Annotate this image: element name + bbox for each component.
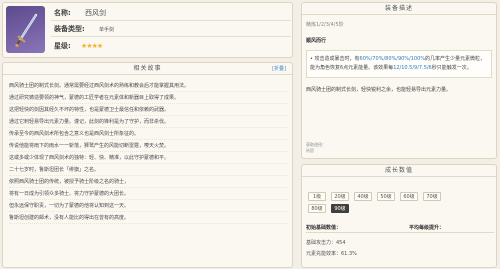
type-value: 单手剑 xyxy=(99,27,115,33)
level-button-1[interactable]: 1级 xyxy=(308,192,326,201)
passive-name: 顺风而行 xyxy=(306,38,327,44)
story-line: 依照西风骑士团的传统，被授予骑士阶级之名的骑士， xyxy=(9,176,287,188)
equipment-description-panel: 装备描述 精炼1/2/3/4/5阶 顺风而行 • 攻击造成暴击时，有60%/70… xyxy=(301,2,497,159)
story-line: 但永远保守职责，一切为了蒙德的他将认知到这一天。 xyxy=(9,200,287,212)
divider xyxy=(51,36,291,37)
story-line: 传说他能将雨下的雨水一一斩落，狮鹫产生的风能切断雷霆，嘹天火焚。 xyxy=(9,140,287,152)
refinement-levels: 精炼1/2/3/4/5阶 xyxy=(306,22,344,28)
stats-title: 成长数值 xyxy=(384,167,413,174)
growth-stats-panel: 成长数值 1级 20级 40级 50级 60级 70级 80级 90级 初始基础… xyxy=(301,164,497,268)
sword-icon xyxy=(15,13,38,48)
type-row: 装备类型: 单手剑 xyxy=(54,24,114,34)
level-button-50[interactable]: 50级 xyxy=(377,192,395,201)
description-body: 精炼1/2/3/4/5阶 顺风而行 • 攻击造成暴击时，有60%/70%/80%… xyxy=(306,19,492,94)
name-row: 名称: 西风剑 xyxy=(54,8,106,18)
story-text: 西风骑士团的制式长剑。通常需要经过西风剑术的熟练和教会后才能掌握其用法。 通过研… xyxy=(9,80,287,224)
level-button-90[interactable]: 90级 xyxy=(331,204,349,213)
weapon-detail-page: 名称: 西风剑 装备类型: 单手剑 星级: ★★★★ 相关故事 [折叠] 西风骑… xyxy=(0,0,500,269)
effect-cooldown: 12/10.5/9/7.5/6 xyxy=(393,65,432,71)
description-header: 装备描述 xyxy=(302,3,496,15)
stats-header: 成长数值 xyxy=(302,165,496,177)
base-values-header: 初始基础数值： xyxy=(306,225,342,231)
story-line: 将有一日成为引领众多骑士、将力守护蒙德的大团长。 xyxy=(9,188,287,200)
level-button-60[interactable]: 60级 xyxy=(400,192,418,201)
level-button-20[interactable]: 20级 xyxy=(331,192,349,201)
weapon-info-panel: 名称: 西风剑 装备类型: 单手剑 星级: ★★★★ xyxy=(2,2,293,58)
stats-columns: 初始基础数值： 平均每级提升： xyxy=(306,223,494,233)
name-value: 西风剑 xyxy=(85,9,107,17)
level-button-40[interactable]: 40级 xyxy=(354,192,372,201)
divider xyxy=(51,20,291,21)
level-button-70[interactable]: 70级 xyxy=(423,192,441,201)
per-level-header: 平均每级提升： xyxy=(409,225,445,231)
rarity-label: 星级: xyxy=(54,42,71,50)
story-line: 这把轻快的剑因其经久不坏的特性，也是蒙德卫士最信任和依赖的武器。 xyxy=(9,104,287,116)
rarity-row: 星级: ★★★★ xyxy=(54,41,103,51)
story-line: 二十七岁时，鲁斯坦团长「绯旗」之名。 xyxy=(9,164,287,176)
story-line: 通过它刺轻易导出元素力量。谨记，此剑的锋利是为了守护，而非杀伐。 xyxy=(9,116,287,128)
effect-chance: 60%/70%/80%/90%/100% xyxy=(359,56,426,62)
story-line: 通过研究铸造要领的神气，蒙德的工匠学者在元素体和新器目上取得了成果。 xyxy=(9,92,287,104)
story-line: 这或多或少体现了西风剑术的独特：轻、快、精准，以此守护蒙德和平。 xyxy=(9,152,287,164)
name-label: 名称: xyxy=(54,9,71,17)
story-line: 西风骑士团的制式长剑。通常需要经过西风剑术的熟练和教会后才能掌握其用法。 xyxy=(9,80,287,92)
description-title: 装备描述 xyxy=(384,5,413,12)
type-label: 装备类型: xyxy=(54,25,85,33)
weapon-image xyxy=(6,6,45,53)
story-panel: 相关故事 [折叠] 西风骑士团的制式长剑。通常需要经过西风剑术的熟练和教会后才能… xyxy=(2,62,293,268)
base-atk-value: 基础攻击力：454 xyxy=(306,240,346,246)
level-button-80[interactable]: 80级 xyxy=(308,204,326,213)
passive-effect: • 攻击造成暴击时，有60%/70%/80%/90%/100%的几率产生少量元素… xyxy=(306,50,492,78)
obtain-info: 获取途径： 祈愿 xyxy=(306,142,326,154)
obtain-value: 祈愿 xyxy=(306,148,314,153)
story-collapse-link[interactable]: [折叠] xyxy=(272,63,286,75)
story-line: 传承至今的西风剑术所包含之意义也是西风剑士所象征的。 xyxy=(9,128,287,140)
rarity-stars: ★★★★ xyxy=(81,42,103,50)
story-line: 鲁斯坦创建的邮术，没有人能比的得出在曾有的高度。 xyxy=(9,212,287,224)
story-header: 相关故事 [折叠] xyxy=(3,63,292,75)
effect-text: • 攻击造成暴击时，有 xyxy=(310,56,360,62)
weapon-description: 西风骑士团的制式长剑，轻快锐利之余，也能轻易导出元素力量。 xyxy=(306,87,452,93)
energy-recharge-value: 元素充能效率：61.3% xyxy=(306,251,357,257)
story-title: 相关故事 xyxy=(133,65,162,72)
effect-text: 秒只能触发一次。 xyxy=(431,65,472,71)
